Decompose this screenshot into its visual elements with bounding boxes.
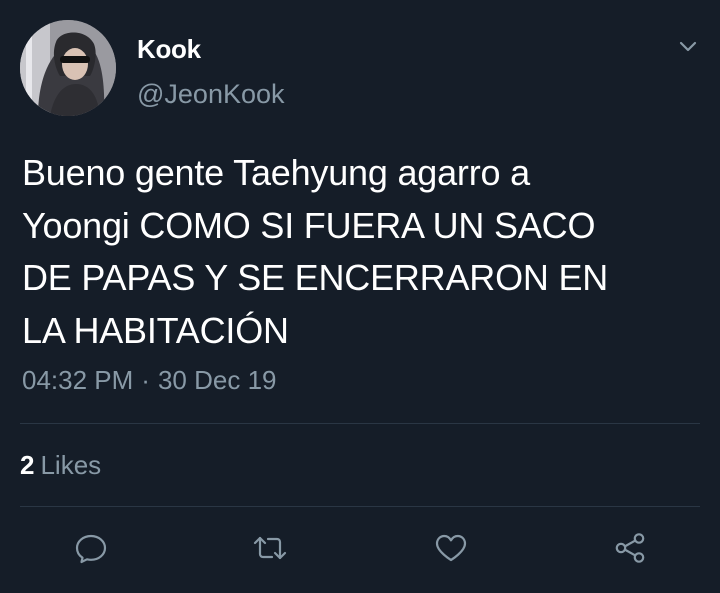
tweet-text-line: Yoongi COMO SI FUERA UN SACO (22, 204, 596, 246)
like-icon (434, 533, 468, 563)
user-handle[interactable]: @JeonKook (137, 79, 285, 110)
likes-stat[interactable]: 2 Likes (20, 450, 101, 481)
share-button[interactable] (612, 531, 648, 565)
divider (20, 506, 700, 507)
like-button[interactable] (433, 531, 469, 565)
likes-count: 2 (20, 450, 35, 480)
tweet-text-line: DE PAPAS Y SE ENCERRARON EN (22, 257, 609, 298)
reply-button[interactable] (73, 531, 109, 565)
avatar[interactable] (20, 20, 116, 116)
chevron-down-icon[interactable] (676, 36, 700, 56)
timestamp-separator: · (141, 365, 150, 395)
tweet-date: 30 Dec 19 (157, 365, 277, 395)
likes-label: Likes (40, 450, 102, 480)
reply-icon (74, 532, 108, 564)
tweet-text-line: LA HABITACIÓN (22, 309, 289, 351)
retweet-button[interactable] (252, 531, 288, 565)
retweet-icon (252, 533, 288, 563)
tweet-text-line: Bueno gente Taehyung agarro a (22, 152, 530, 193)
tweet-detail: Kook @JeonKook Bueno gente Taehyung agar… (0, 0, 720, 593)
divider (20, 423, 700, 424)
share-icon (613, 532, 647, 564)
display-name[interactable]: Kook (137, 34, 201, 65)
tweet-text: Bueno gente Taehyung agarro a Yoongi COM… (22, 147, 682, 357)
tweet-time: 04:32 PM (22, 365, 134, 395)
tweet-timestamp: 04:32 PM · 30 Dec 19 (22, 365, 277, 396)
